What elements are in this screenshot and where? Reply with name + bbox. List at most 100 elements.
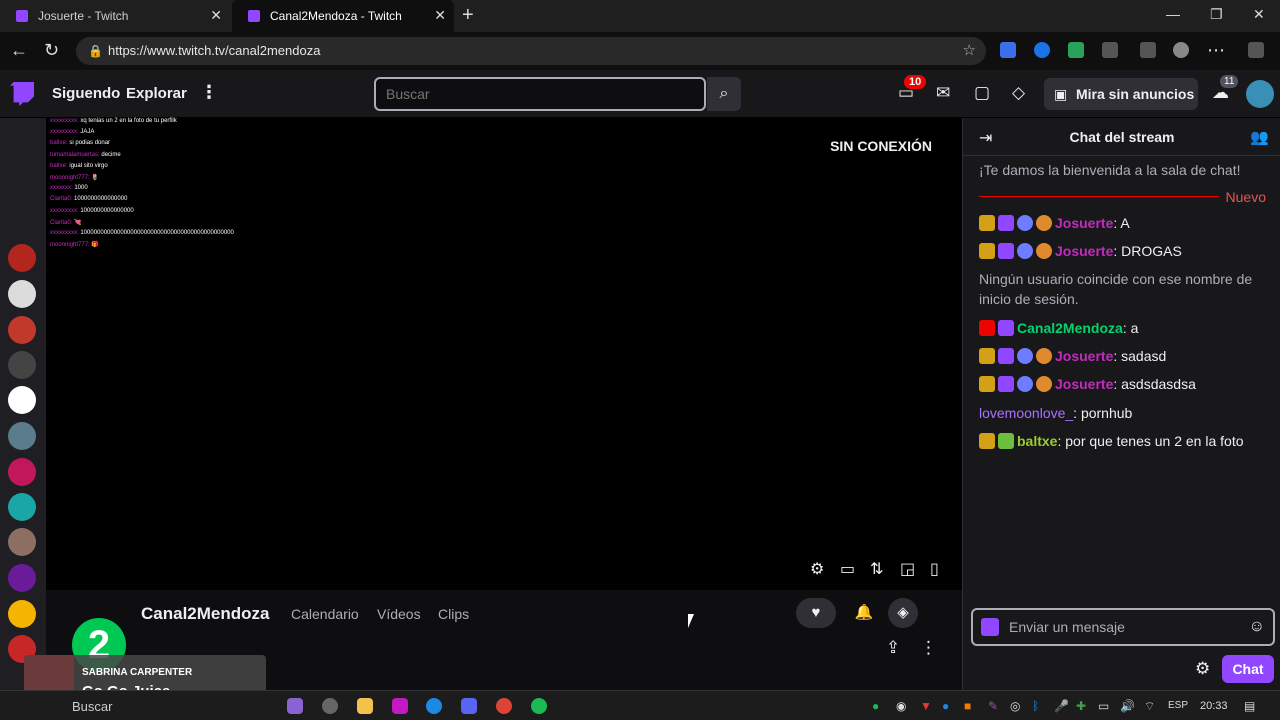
taskbar-search[interactable]: Buscar — [72, 699, 112, 714]
chat-input[interactable]: Enviar un mensaje ☺ — [971, 608, 1275, 646]
chat-username[interactable]: Josuerte — [1055, 376, 1113, 392]
c-badge-icon[interactable] — [1017, 215, 1033, 231]
clip-icon[interactable]: ⇅ — [870, 559, 883, 579]
favorites-icon[interactable] — [1140, 42, 1156, 58]
tray-app-icon[interactable]: ✚ — [1076, 699, 1086, 713]
chat-username[interactable]: baltxe — [1017, 433, 1057, 449]
settings-gear-icon[interactable]: ⚙ — [810, 559, 824, 579]
extensions-puzzle-icon[interactable] — [1102, 42, 1118, 58]
tab-videos[interactable]: Vídeos — [377, 606, 421, 622]
search-button[interactable]: ⌕ — [707, 77, 741, 111]
discord-tray-icon[interactable]: ◉ — [896, 699, 906, 713]
back-icon[interactable]: ← — [10, 40, 28, 61]
followed-channel-avatar[interactable] — [8, 564, 36, 592]
taskbar-app-icon[interactable] — [322, 698, 338, 714]
followed-channel-avatar[interactable] — [8, 528, 36, 556]
wifi-icon[interactable]: ⌔ — [1144, 699, 1155, 714]
orange-badge-icon[interactable] — [1036, 376, 1052, 392]
tray-app-icon[interactable]: ◎ — [1010, 699, 1020, 713]
input-language[interactable]: ESP — [1168, 700, 1188, 711]
leaf-badge-icon[interactable] — [998, 433, 1014, 449]
minimize-icon[interactable]: — — [1166, 6, 1180, 22]
sidebar-toggle-icon[interactable] — [1248, 42, 1264, 58]
extension-icon[interactable] — [1034, 42, 1050, 58]
broadcaster-badge-icon[interactable] — [979, 320, 995, 336]
tab-calendar[interactable]: Calendario — [291, 606, 359, 622]
extension-icon[interactable] — [1068, 42, 1084, 58]
new-tab-icon[interactable]: + — [462, 4, 474, 27]
orange-badge-icon[interactable] — [1036, 215, 1052, 231]
orange-badge-icon[interactable] — [1036, 348, 1052, 364]
tray-app-icon[interactable]: ✎ — [988, 699, 998, 713]
crown-badge-icon[interactable] — [979, 215, 995, 231]
prime-crown-icon[interactable]: ◇ — [1012, 83, 1025, 103]
spotify-tray-icon[interactable]: ● — [872, 699, 879, 713]
edge-browser-icon[interactable] — [426, 698, 442, 714]
crown-badge-icon[interactable] — [979, 433, 995, 449]
twitch-logo-icon[interactable] — [10, 82, 34, 106]
followed-channel-avatar[interactable] — [8, 458, 36, 486]
user-avatar[interactable] — [1246, 80, 1274, 108]
discord-icon[interactable] — [461, 698, 477, 714]
spotify-icon[interactable] — [531, 698, 547, 714]
more-vertical-icon[interactable]: ⋮ — [920, 638, 937, 658]
close-tab-icon[interactable]: ✕ — [434, 7, 446, 24]
video-player[interactable]: SIN CONEXIÓN xxxxxxxxx: xq tenias un 2 e… — [46, 118, 962, 590]
profile-icon[interactable] — [1173, 42, 1189, 58]
chat-identity-badge-icon[interactable] — [981, 618, 999, 636]
edge-tray-icon[interactable]: ● — [942, 699, 949, 713]
translate-extension-icon[interactable] — [1000, 42, 1016, 58]
followed-channel-avatar[interactable] — [8, 316, 36, 344]
maximize-icon[interactable]: ❐ — [1210, 6, 1223, 23]
more-vertical-icon[interactable]: ⋮ — [200, 82, 218, 103]
notifications-bell-button[interactable]: 🔔 — [844, 598, 884, 628]
share-icon[interactable]: ⇪ — [886, 638, 900, 658]
inbox-icon[interactable]: ✉ — [936, 83, 950, 103]
crown-badge-icon[interactable] — [979, 243, 995, 259]
volume-icon[interactable]: 🔊 — [1120, 699, 1135, 713]
verified-badge-icon[interactable] — [998, 243, 1014, 259]
channel-name[interactable]: Canal2Mendoza — [141, 604, 269, 624]
whispers-icon[interactable]: ▢ — [974, 83, 990, 103]
microphone-icon[interactable]: 🎤 — [1054, 699, 1069, 713]
theatre-mode-icon[interactable]: ▭ — [840, 559, 855, 579]
favorite-star-icon[interactable]: ☆ — [963, 37, 976, 65]
nav-following-link[interactable]: Siguendo — [52, 85, 120, 102]
followed-channel-avatar[interactable] — [8, 422, 36, 450]
prime-video-avatar[interactable] — [8, 386, 36, 414]
tray-app-icon[interactable]: ▼ — [920, 699, 932, 713]
c-badge-icon[interactable] — [1017, 348, 1033, 364]
chat-username[interactable]: Canal2Mendoza — [1017, 320, 1123, 336]
orange-badge-icon[interactable] — [1036, 243, 1052, 259]
c-badge-icon[interactable] — [1017, 376, 1033, 392]
clock[interactable]: 20:33 — [1200, 700, 1228, 712]
chat-settings-gear-icon[interactable]: ⚙ — [1195, 659, 1210, 679]
taskbar-app-icon[interactable] — [392, 698, 408, 714]
address-bar[interactable]: 🔒 https://www.twitch.tv/canal2mendoza ☆ — [76, 37, 986, 65]
ad-free-button[interactable]: ▣ Mira sin anuncios — [1044, 78, 1198, 110]
taskbar-app-icon[interactable] — [287, 698, 303, 714]
followed-channel-avatar[interactable] — [8, 493, 36, 521]
star-badge-icon[interactable] — [998, 320, 1014, 336]
browser-tab-josuerte[interactable]: Josuerte - Twitch ✕ — [0, 0, 230, 32]
verified-badge-icon[interactable] — [998, 348, 1014, 364]
follow-button[interactable]: ♥ — [796, 598, 836, 628]
gift-sub-button[interactable]: ◈ — [888, 598, 918, 628]
more-menu-icon[interactable]: ⋯ — [1207, 40, 1225, 61]
chat-username[interactable]: Josuerte — [1055, 243, 1113, 259]
reload-icon[interactable]: ↻ — [44, 40, 59, 61]
mini-player-icon[interactable]: ◲ — [900, 559, 915, 579]
followed-channel-avatar[interactable] — [8, 600, 36, 628]
notifications-center-icon[interactable]: ▤ — [1244, 699, 1255, 713]
close-window-icon[interactable]: ✕ — [1253, 6, 1265, 23]
nav-explore-link[interactable]: Explorar — [126, 85, 187, 102]
site-info-icon[interactable]: 🔒 — [88, 37, 103, 65]
file-explorer-icon[interactable] — [357, 698, 373, 714]
followed-channel-avatar[interactable] — [8, 280, 36, 308]
chat-users-icon[interactable]: 👥 — [1250, 128, 1269, 146]
followed-channel-avatar[interactable] — [8, 351, 36, 379]
close-tab-icon[interactable]: ✕ — [210, 7, 222, 24]
chat-send-button[interactable]: Chat — [1222, 655, 1274, 683]
chrome-icon[interactable] — [496, 698, 512, 714]
chat-username[interactable]: Josuerte — [1055, 348, 1113, 364]
